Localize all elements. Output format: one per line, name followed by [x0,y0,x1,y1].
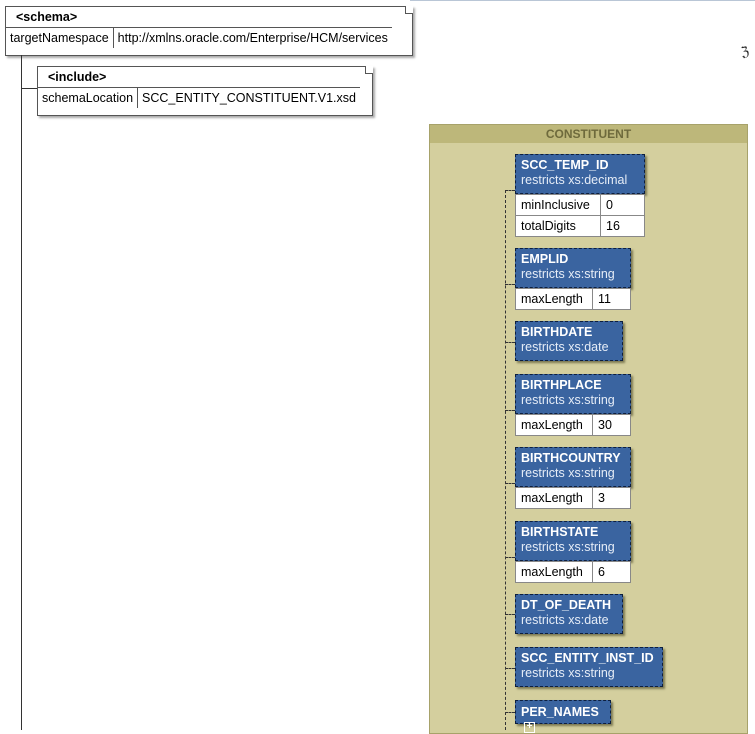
include-attr-name: schemaLocation [38,87,138,108]
branch-line [505,668,515,669]
element-name-text: PER_NAMES [521,705,599,719]
cursor-icon: ℨ [739,43,751,60]
facet-name: maxLength [515,414,593,436]
element-scc-temp-id[interactable]: SCC_TEMP_ID restricts xs:decimal [515,154,645,194]
element-restriction: restricts xs:string [521,540,615,554]
schema-node[interactable]: <schema> targetNamespace http://xmlns.or… [5,6,413,56]
complex-type-title: CONSTITUENT [430,125,747,143]
element-name: SCC_ENTITY_INST_ID [521,651,654,665]
element-restriction: restricts xs:string [521,666,615,680]
element-birthplace[interactable]: BIRTHPLACE restricts xs:string [515,374,631,414]
element-restriction: restricts xs:string [521,466,615,480]
branch-line [505,712,515,713]
facet-name: totalDigits [515,215,601,237]
fold-corner [365,66,373,74]
facets-emplid: maxLength 11 [515,288,631,310]
branch-line [505,342,515,343]
facets-scc-temp-id: minInclusive 0 totalDigits 16 [515,194,645,237]
element-restriction: restricts xs:date [521,340,609,354]
fold-corner [405,6,413,14]
branch-line [505,284,515,285]
top-border [410,0,755,1]
facet-value: 0 [600,194,645,216]
facet-name: maxLength [515,288,593,310]
branch-line [505,483,515,484]
include-connector [21,88,37,89]
branch-line [505,410,515,411]
element-name: SCC_TEMP_ID [521,158,609,172]
include-node[interactable]: <include> schemaLocation SCC_ENTITY_CONS… [37,66,373,116]
schema-connector [21,55,22,730]
element-restriction: restricts xs:string [521,393,615,407]
element-name: EMPLID [521,252,569,266]
schema-attr-value: http://xmlns.oracle.com/Enterprise/HCM/s… [112,27,392,48]
element-name: DT_OF_DEATH [521,598,612,612]
facet-value: 3 [592,487,631,509]
facet-name: maxLength [515,487,593,509]
element-restriction: restricts xs:string [521,267,615,281]
facets-birthcountry: maxLength 3 [515,487,631,509]
facet-value: 16 [600,215,645,237]
include-header: <include> [48,70,107,84]
element-name: BIRTHDATE [521,325,593,339]
element-birthdate[interactable]: BIRTHDATE restricts xs:date [515,321,623,361]
facets-birthstate: maxLength 6 [515,561,631,583]
schema-header: <schema> [16,10,78,24]
plus-icon[interactable]: + [524,722,535,733]
element-birthcountry[interactable]: BIRTHCOUNTRY restricts xs:string [515,447,631,487]
element-restriction: restricts xs:decimal [521,173,628,187]
element-birthstate[interactable]: BIRTHSTATE restricts xs:string [515,521,631,561]
element-dt-of-death[interactable]: DT_OF_DEATH restricts xs:date [515,594,623,634]
element-emplid[interactable]: EMPLID restricts xs:string [515,248,631,288]
element-per-names[interactable]: PER_NAMES + [515,700,611,733]
facet-value: 11 [592,288,631,310]
facet-value: 6 [592,561,631,583]
facets-birthplace: maxLength 30 [515,414,631,436]
element-scc-entity-inst-id[interactable]: SCC_ENTITY_INST_ID restricts xs:string [515,647,663,687]
element-name: BIRTHSTATE [521,525,599,539]
schema-attr-name: targetNamespace [6,27,114,48]
facet-value: 30 [592,414,631,436]
element-name: BIRTHCOUNTRY [521,451,621,465]
branch-line [505,614,515,615]
sequence-line [505,190,506,730]
include-attr-value: SCC_ENTITY_CONSTITUENT.V1.xsd [137,87,360,108]
facet-name: maxLength [515,561,593,583]
element-name: BIRTHPLACE [521,378,602,392]
element-name: PER_NAMES + [516,701,610,733]
branch-line [505,557,515,558]
element-restriction: restricts xs:date [521,613,609,627]
facet-name: minInclusive [515,194,601,216]
branch-line [505,190,515,191]
